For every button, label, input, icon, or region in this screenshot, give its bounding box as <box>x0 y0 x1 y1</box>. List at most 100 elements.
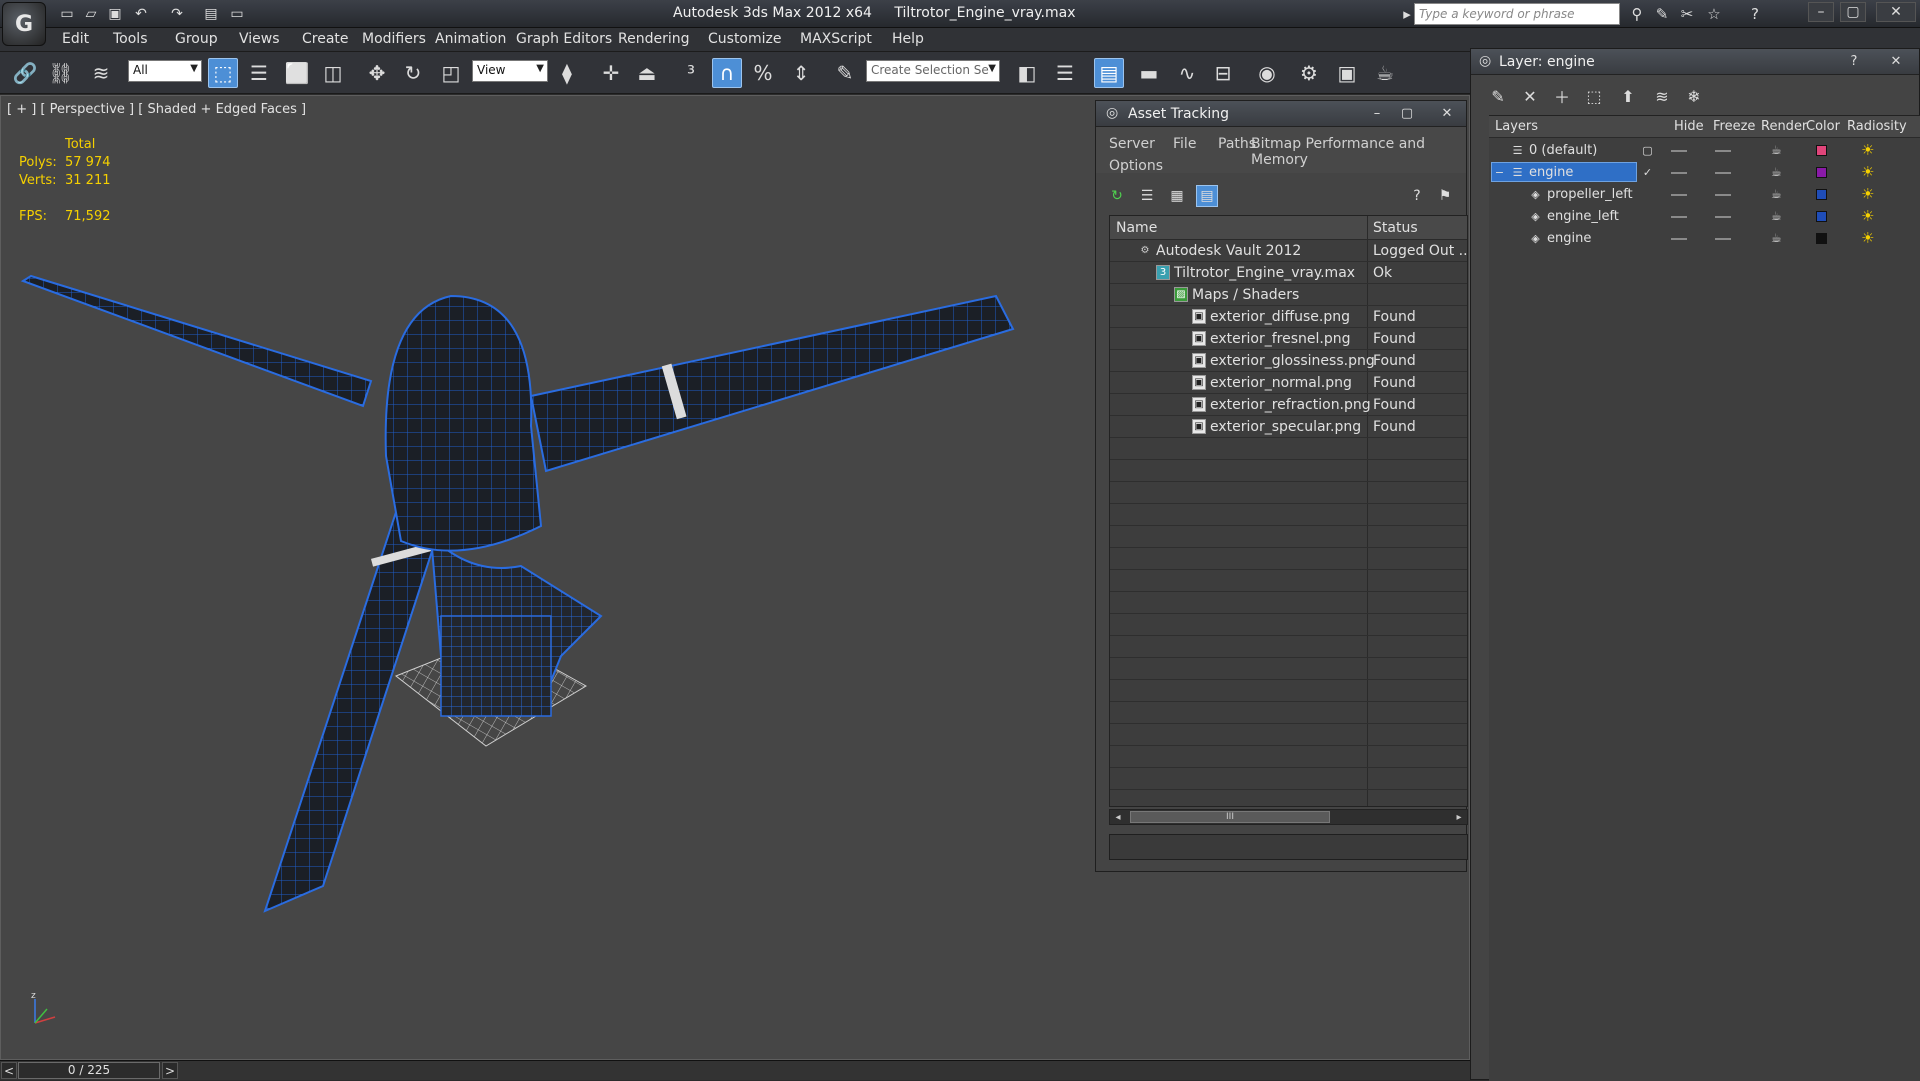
snaps-toggle-icon[interactable]: ³ <box>676 58 706 88</box>
time-slider[interactable]: 0 / 225 <box>18 1062 160 1079</box>
highlight-selected-icon[interactable]: ⬆ <box>1615 83 1641 109</box>
menu-group[interactable]: Group <box>175 31 218 47</box>
create-layer-icon[interactable]: ✎ <box>1485 83 1511 109</box>
bind-space-warp-icon[interactable]: ≋ <box>86 58 116 88</box>
communication-icon[interactable]: ✂ <box>1676 4 1698 24</box>
named-selection-dropdown[interactable]: Create Selection Se ▼ <box>866 60 1000 82</box>
app-logo-icon[interactable]: G <box>2 2 46 46</box>
maximize-button[interactable]: ▢ <box>1396 103 1418 123</box>
layer-titlebar[interactable]: ◎ Layer: engine ? ✕ <box>1471 49 1919 75</box>
menu-customize[interactable]: Customize <box>708 31 782 47</box>
layer-row[interactable]: ◈ propeller_left ☕ ☀ <box>1489 184 1920 206</box>
column-header-render[interactable]: Render <box>1761 119 1807 134</box>
layer-row[interactable]: ◈ engine_left ☕ ☀ <box>1489 206 1920 228</box>
menu-server[interactable]: Server <box>1109 136 1155 152</box>
render-toggle-icon[interactable]: ☕ <box>1771 209 1782 223</box>
menu-maxscript[interactable]: MAXScript <box>800 31 872 47</box>
render-production-icon[interactable]: ☕ <box>1370 58 1400 88</box>
spinner-snap-icon[interactable]: ⇕ <box>786 58 816 88</box>
current-layer-check-icon[interactable]: ✓ <box>1641 166 1654 179</box>
freeze-toggle[interactable] <box>1715 238 1731 240</box>
menu-bitmap-performance[interactable]: Bitmap Performance and Memory <box>1251 136 1466 168</box>
freeze-toggle[interactable] <box>1715 216 1731 218</box>
close-button[interactable]: ✕ <box>1885 51 1907 71</box>
asset-row[interactable]: ⚙ Autodesk Vault 2012 Logged Out ... <box>1110 240 1467 262</box>
menu-edit[interactable]: Edit <box>62 31 89 47</box>
render-toggle-icon[interactable]: ☕ <box>1771 187 1782 201</box>
new-file-icon[interactable]: ▭ <box>56 4 78 24</box>
menu-views[interactable]: Views <box>239 31 280 47</box>
minimize-button[interactable]: – <box>1366 103 1388 123</box>
select-highlighted-icon[interactable]: ⬚ <box>1581 83 1607 109</box>
project-folder-icon[interactable]: ▤ <box>200 4 222 24</box>
column-header-layers[interactable]: Layers <box>1495 119 1538 134</box>
minimize-button[interactable]: – <box>1808 2 1834 22</box>
layer-manager-icon[interactable]: ▤ <box>1094 58 1124 88</box>
layer-color-swatch[interactable] <box>1816 211 1827 222</box>
help-icon[interactable]: ? <box>1744 4 1766 24</box>
layer-row[interactable]: ◈ engine ☕ ☀ <box>1489 228 1920 250</box>
column-header-status[interactable]: Status <box>1373 220 1418 236</box>
undo-icon[interactable]: ↶ <box>130 4 152 24</box>
add-to-layer-icon[interactable]: ＋ <box>1549 83 1575 109</box>
menu-file[interactable]: File <box>1173 136 1196 152</box>
open-file-icon[interactable]: ▱ <box>80 4 102 24</box>
workspace-icon[interactable]: ▭ <box>226 4 248 24</box>
help-icon[interactable]: ? <box>1406 185 1428 207</box>
keyboard-shortcut-override-icon[interactable]: ⏏ <box>632 58 662 88</box>
radiosity-sun-icon[interactable]: ☀ <box>1861 185 1874 203</box>
menu-tools[interactable]: Tools <box>113 31 148 47</box>
unlink-icon[interactable]: ⛓ <box>46 58 76 88</box>
close-button[interactable]: ✕ <box>1436 103 1458 123</box>
select-by-name-icon[interactable]: ☰ <box>244 58 274 88</box>
hide-toggle[interactable] <box>1671 194 1687 196</box>
graphite-ribbon-icon[interactable]: ▬ <box>1134 58 1164 88</box>
render-toggle-icon[interactable]: ☕ <box>1771 165 1782 179</box>
menu-options[interactable]: Options <box>1109 158 1163 174</box>
radiosity-sun-icon[interactable]: ☀ <box>1861 163 1874 181</box>
asset-tracking-titlebar[interactable]: ◎ Asset Tracking – ▢ ✕ <box>1096 101 1466 127</box>
hide-toggle[interactable] <box>1671 150 1687 152</box>
mirror-icon[interactable]: ◧ <box>1012 58 1042 88</box>
radiosity-sun-icon[interactable]: ☀ <box>1861 207 1874 225</box>
list-view-icon[interactable]: ☰ <box>1136 185 1158 207</box>
help-pin-icon[interactable]: ⚑ <box>1434 185 1456 207</box>
menu-animation[interactable]: Animation <box>435 31 506 47</box>
freeze-toggle[interactable] <box>1715 172 1731 174</box>
collapse-icon[interactable]: − <box>1493 166 1506 179</box>
next-frame-button[interactable]: > <box>162 1062 178 1079</box>
delete-layer-icon[interactable]: ✕ <box>1517 83 1543 109</box>
scroll-thumb[interactable]: III <box>1130 811 1330 823</box>
rectangular-selection-icon[interactable]: ⬜ <box>282 58 312 88</box>
select-object-icon[interactable]: ⬚ <box>208 58 238 88</box>
binoculars-icon[interactable]: ⚲ <box>1626 4 1648 24</box>
thumbnail-view-icon[interactable]: ▦ <box>1166 185 1188 207</box>
layer-color-swatch[interactable] <box>1816 233 1827 244</box>
select-and-rotate-icon[interactable]: ↻ <box>398 58 428 88</box>
asset-row[interactable]: ▣ exterior_specular.png Found <box>1110 416 1467 438</box>
render-toggle-icon[interactable]: ☕ <box>1771 143 1782 157</box>
edit-named-selection-icon[interactable]: ✎ <box>830 58 860 88</box>
layer-color-swatch[interactable] <box>1816 167 1827 178</box>
column-header-name[interactable]: Name <box>1116 220 1157 236</box>
subscription-icon[interactable]: ✎ <box>1651 4 1673 24</box>
table-view-icon[interactable]: ▤ <box>1196 185 1218 207</box>
percent-snap-icon[interactable]: % <box>748 58 778 88</box>
asset-row[interactable]: ▣ exterior_glossiness.png Found <box>1110 350 1467 372</box>
radiosity-sun-icon[interactable]: ☀ <box>1861 229 1874 247</box>
reference-coordinate-dropdown[interactable]: View ▼ <box>472 60 548 82</box>
render-toggle-icon[interactable]: ☕ <box>1771 231 1782 245</box>
select-manipulate-icon[interactable]: ✛ <box>596 58 626 88</box>
previous-frame-button[interactable]: < <box>1 1062 17 1079</box>
hide-toggle[interactable] <box>1671 172 1687 174</box>
window-crossing-icon[interactable]: ◫ <box>318 58 348 88</box>
layer-row[interactable]: ☰ 0 (default) ▢ ☕ ☀ <box>1489 140 1920 162</box>
select-and-move-icon[interactable]: ✥ <box>362 58 392 88</box>
asset-row[interactable]: ▣ exterior_fresnel.png Found <box>1110 328 1467 350</box>
layer-row[interactable]: − ☰ engine ✓ ☕ ☀ <box>1489 162 1920 184</box>
asset-row[interactable]: ▣ exterior_refraction.png Found <box>1110 394 1467 416</box>
scroll-right-icon[interactable]: ▸ <box>1452 810 1466 824</box>
pivot-center-icon[interactable]: ⧫ <box>552 58 582 88</box>
search-input[interactable]: Type a keyword or phrase <box>1414 3 1620 25</box>
selection-filter-dropdown[interactable]: All ▼ <box>128 60 202 82</box>
